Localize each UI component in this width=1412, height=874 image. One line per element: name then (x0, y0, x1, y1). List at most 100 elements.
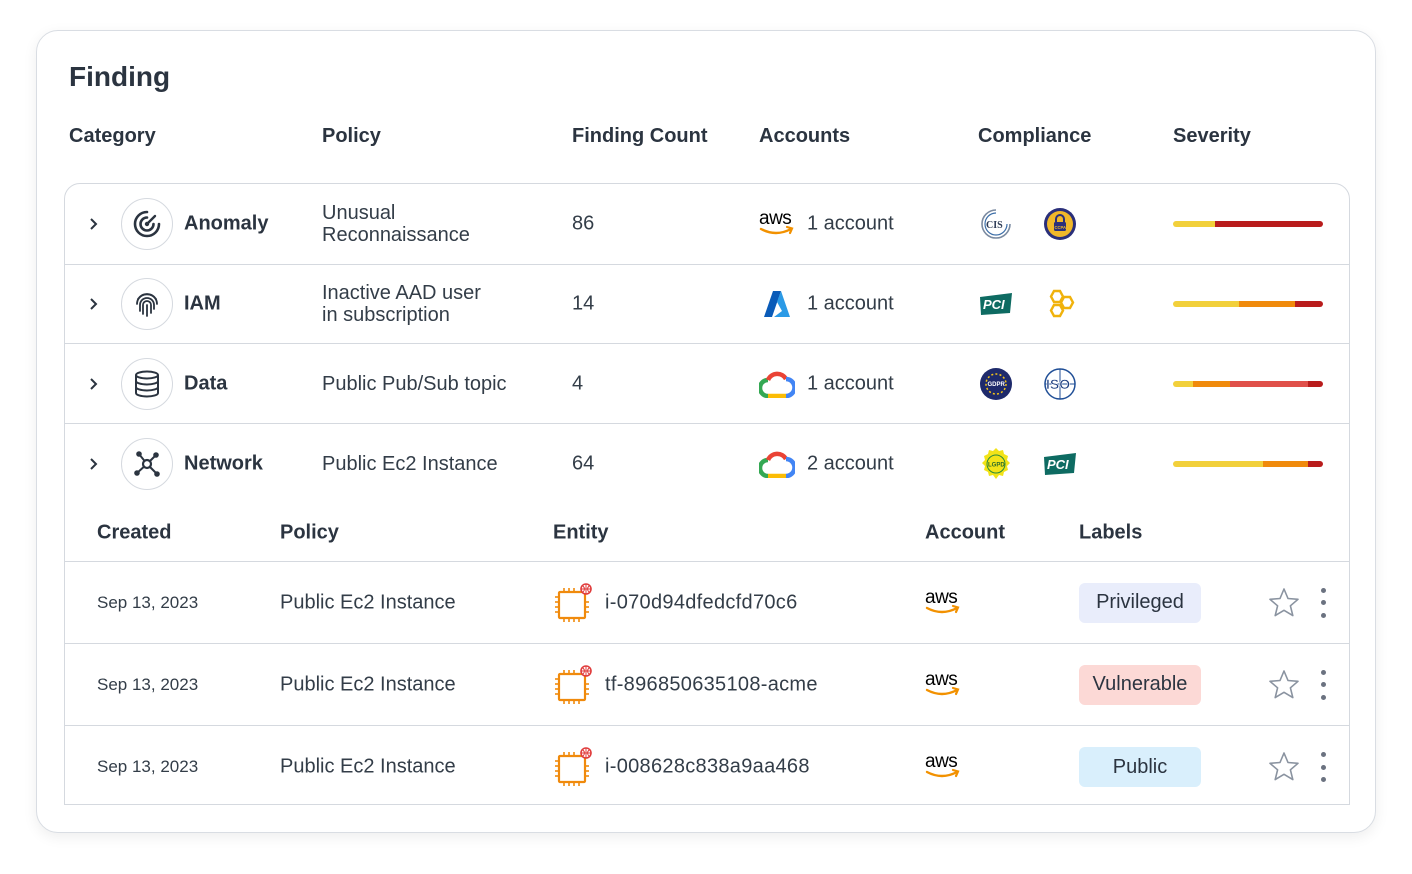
detail-row[interactable]: Sep 13, 2023 Public Ec2 Instance tf-8968… (65, 644, 1349, 726)
created-date: Sep 13, 2023 (97, 674, 199, 694)
ccpa-badge-icon: CCPA (1042, 206, 1078, 242)
account-count[interactable]: 1 account (807, 372, 894, 395)
entity-id[interactable]: i-070d94dfedcfd70c6 (605, 591, 798, 614)
more-options-icon[interactable] (1315, 752, 1331, 782)
severity-bar (1173, 301, 1323, 307)
aws-logo-text: aws (925, 588, 957, 608)
finding-count: 14 (572, 292, 595, 315)
azure-logo-icon (758, 288, 796, 320)
ec2-instance-icon (555, 747, 592, 786)
column-header-policy[interactable]: Policy (322, 125, 381, 148)
ec2-instance-icon (555, 582, 592, 622)
ec2-instance-icon (555, 664, 592, 704)
detail-policy[interactable]: Public Ec2 Instance (280, 591, 456, 614)
created-date: Sep 13, 2023 (97, 757, 199, 776)
detail-header-labels[interactable]: Labels (1079, 521, 1142, 544)
detail-table-header: Created Policy Entity Account Labels (65, 504, 1349, 562)
aws-logo-svg: aws (759, 209, 794, 235)
svg-text:ISO: ISO (1046, 376, 1070, 392)
category-icon-wrapper (121, 198, 173, 250)
label-badge[interactable]: Public (1079, 747, 1201, 787)
fingerprint-icon (136, 293, 158, 317)
severity-bar (1173, 380, 1323, 387)
finding-count: 64 (572, 452, 595, 475)
aws-logo-text: aws (925, 752, 957, 772)
severity-segment (1263, 461, 1308, 467)
pci-badge-icon: PCI (978, 286, 1014, 322)
gdpr-badge-icon: GDPR (978, 366, 1014, 402)
detail-header-policy[interactable]: Policy (280, 521, 339, 544)
policy-line: in subscription (322, 304, 450, 326)
severity-segment (1308, 461, 1323, 467)
severity-segment (1173, 461, 1263, 467)
policy-name[interactable]: Inactive AAD user in subscription (322, 282, 481, 326)
severity-segment (1215, 221, 1323, 227)
detail-policy[interactable]: Public Ec2 Instance (280, 673, 456, 696)
detail-header-account[interactable]: Account (925, 521, 1005, 544)
finding-row-network[interactable]: Network Public Ec2 Instance 64 2 account… (65, 424, 1349, 504)
detail-header-created[interactable]: Created (97, 521, 171, 544)
star-icon[interactable] (1267, 586, 1301, 620)
finding-row-data[interactable]: Data Public Pub/Sub topic 4 1 account GD… (65, 344, 1349, 424)
policy-name[interactable]: Public Pub/Sub topic (322, 373, 507, 395)
policy-line: Inactive AAD user (322, 282, 481, 304)
severity-segment (1173, 301, 1239, 307)
svg-text:PCI: PCI (1047, 457, 1069, 472)
label-badge[interactable]: Vulnerable (1079, 664, 1201, 705)
column-header-severity[interactable]: Severity (1173, 125, 1251, 148)
column-header-accounts[interactable]: Accounts (759, 125, 850, 148)
account-count[interactable]: 2 account (807, 453, 894, 476)
severity-bar (1173, 221, 1323, 227)
policy-name[interactable]: Public Ec2 Instance (322, 453, 498, 475)
policy-name[interactable]: Unusual Reconnaissance (322, 202, 470, 246)
account-count[interactable]: 1 account (807, 293, 894, 316)
column-header-category[interactable]: Category (69, 125, 156, 148)
star-icon[interactable] (1267, 668, 1301, 702)
aws-logo-icon: aws (758, 208, 796, 240)
policy-line: Unusual (322, 202, 396, 224)
pci-badge-icon: PCI (1042, 446, 1078, 482)
more-options-icon[interactable] (1315, 669, 1331, 700)
detail-row[interactable]: Sep 13, 2023 Public Ec2 Instance i-070d9… (65, 562, 1349, 644)
chevron-right-icon[interactable] (87, 217, 101, 231)
category-label: IAM (184, 292, 221, 315)
aws-logo-icon: aws (925, 752, 960, 778)
entity-id[interactable]: i-008628c838a9aa468 (605, 756, 810, 779)
cis-badge-icon: CIS (978, 206, 1014, 242)
anomaly-target-icon (133, 210, 161, 238)
gcp-logo-icon (758, 448, 796, 480)
detail-row[interactable]: Sep 13, 2023 Public Ec2 Instance i-00862… (65, 726, 1349, 804)
database-icon (135, 370, 159, 397)
aws-logo-text: aws (925, 670, 957, 690)
finding-row-anomaly[interactable]: Anomaly Unusual Reconnaissance 86 aws 1 … (65, 184, 1349, 265)
finding-count: 86 (572, 212, 595, 235)
created-date: Sep 13, 2023 (97, 592, 199, 612)
category-label: Anomaly (184, 212, 269, 235)
column-header-finding-count[interactable]: Finding Count (572, 125, 708, 148)
detail-policy[interactable]: Public Ec2 Instance (280, 756, 456, 779)
iso-badge-icon: ISO (1042, 366, 1078, 402)
star-icon[interactable] (1267, 750, 1301, 784)
detail-header-entity[interactable]: Entity (553, 521, 609, 544)
chevron-right-icon[interactable] (87, 297, 101, 311)
network-nodes-icon (134, 451, 160, 477)
category-label: Network (184, 452, 263, 475)
severity-segment (1308, 380, 1323, 387)
svg-text:PCI: PCI (983, 297, 1005, 312)
category-icon-wrapper (121, 438, 173, 490)
more-options-icon[interactable] (1315, 587, 1331, 618)
severity-segment (1294, 301, 1323, 307)
svg-text:LGPD: LGPD (988, 463, 1005, 469)
honeycomb-badge-icon (1042, 286, 1078, 322)
aws-logo-icon: aws (925, 588, 960, 613)
account-count[interactable]: 1 account (807, 213, 894, 236)
entity-id[interactable]: tf-896850635108-acme (605, 673, 818, 696)
finding-row-iam[interactable]: IAM Inactive AAD user in subscription 14… (65, 265, 1349, 344)
column-header-compliance[interactable]: Compliance (978, 125, 1091, 148)
label-badge[interactable]: Privileged (1079, 582, 1201, 623)
page-title: Finding (69, 61, 171, 92)
svg-text:GDPR: GDPR (988, 382, 1006, 388)
aws-logo-icon: aws (925, 670, 960, 695)
chevron-right-icon[interactable] (87, 457, 101, 471)
chevron-right-icon[interactable] (87, 377, 101, 391)
